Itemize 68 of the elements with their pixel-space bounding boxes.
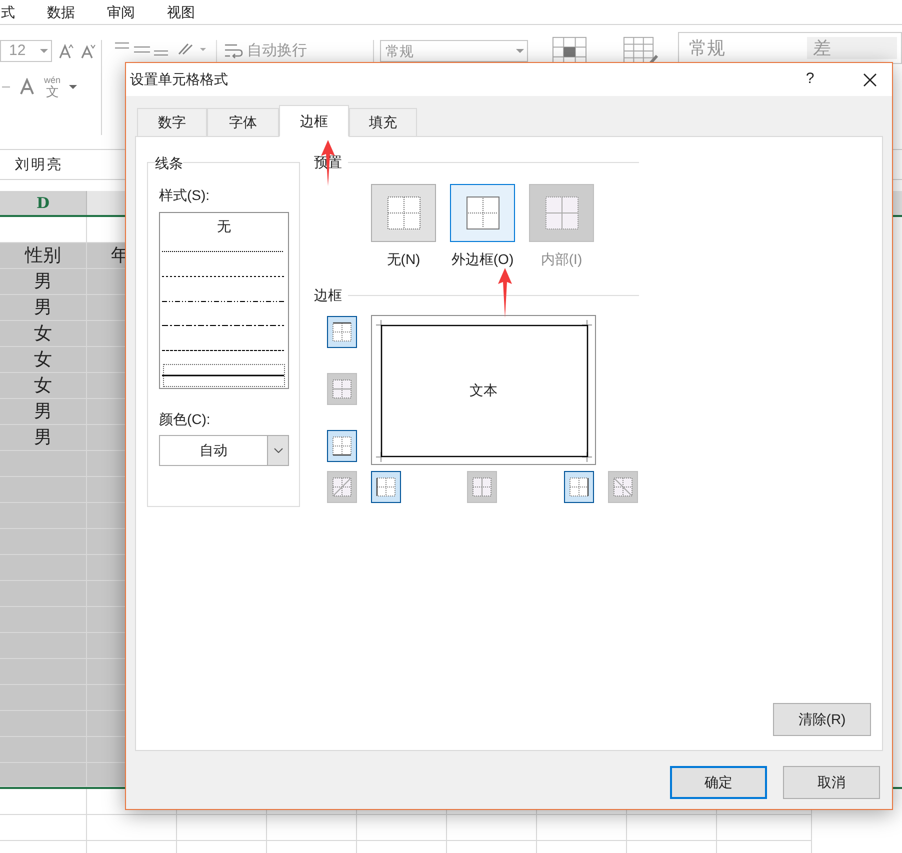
caret-icon bbox=[68, 84, 77, 90]
field-label: 样式(S): bbox=[159, 186, 211, 205]
phonetic-button[interactable]: wén 文 bbox=[44, 76, 61, 98]
caret-icon bbox=[40, 48, 48, 54]
field-label: 颜色(C): bbox=[159, 410, 212, 429]
color-dropdown[interactable]: 自动 bbox=[159, 435, 289, 466]
table-cell: 男 bbox=[0, 425, 87, 451]
border-toggle-button[interactable] bbox=[327, 373, 357, 405]
preview-text: 文本 bbox=[470, 380, 498, 400]
border-toggle-button[interactable] bbox=[327, 471, 357, 503]
dash-icon bbox=[2, 86, 10, 88]
ok-button[interactable]: 确定 bbox=[670, 766, 767, 799]
button-label: 内部(I) bbox=[540, 250, 584, 269]
preset-button[interactable] bbox=[450, 184, 515, 242]
list-item[interactable] bbox=[162, 363, 286, 388]
cancel-button[interactable]: 取消 bbox=[783, 766, 880, 799]
tab[interactable]: 字体 bbox=[207, 108, 279, 136]
column-header[interactable]: D bbox=[0, 191, 87, 215]
table-cell: 女 bbox=[0, 321, 87, 347]
align-icon bbox=[112, 40, 168, 58]
border-grid-icon bbox=[386, 196, 420, 230]
border-line-icon bbox=[332, 436, 352, 456]
border-toggle-button[interactable] bbox=[327, 316, 357, 348]
border-toggle-button[interactable] bbox=[564, 471, 594, 503]
border-grid-icon bbox=[544, 196, 578, 230]
caret-icon bbox=[516, 48, 524, 54]
border-line-icon bbox=[613, 477, 633, 497]
grow-font-icon bbox=[58, 43, 74, 59]
table-cell: 男 bbox=[0, 269, 87, 295]
font-color-icon bbox=[18, 78, 36, 96]
border-line-icon bbox=[569, 477, 589, 497]
border-line-icon bbox=[332, 322, 352, 342]
window-title: 设置单元格格式 bbox=[130, 70, 229, 89]
border-toggle-button[interactable] bbox=[371, 471, 401, 503]
border-line-icon bbox=[332, 477, 352, 497]
section-title: 预置 bbox=[314, 153, 342, 172]
tab[interactable]: 边框 bbox=[279, 105, 349, 137]
close-icon bbox=[863, 72, 877, 86]
border-line-icon bbox=[332, 379, 352, 399]
clear-button[interactable]: 清除(R) bbox=[773, 703, 871, 736]
line-style-list[interactable]: 无 bbox=[159, 212, 289, 389]
tab[interactable]: 填充 bbox=[349, 108, 417, 136]
menu-item[interactable]: 数据 bbox=[46, 2, 76, 22]
border-grid-icon bbox=[466, 196, 500, 230]
preset-button[interactable] bbox=[371, 184, 436, 242]
help-button[interactable]: ? bbox=[790, 68, 830, 91]
border-toggle-button[interactable] bbox=[467, 471, 497, 503]
table-cell: 女 bbox=[0, 347, 87, 373]
chevron-down-icon bbox=[274, 448, 282, 453]
formula-bar-text: 刘明亮 bbox=[15, 156, 63, 175]
button-label: 外边框(O) bbox=[450, 250, 515, 269]
border-line-icon bbox=[472, 477, 492, 497]
border-toggle-button[interactable] bbox=[327, 430, 357, 462]
table-cell: 男 bbox=[0, 399, 87, 425]
border-line-icon bbox=[376, 477, 396, 497]
table-cell: 性别 bbox=[0, 243, 87, 269]
menu-item[interactable]: 视图 bbox=[166, 2, 196, 22]
shrink-font-icon bbox=[80, 43, 96, 59]
border-toggle-button[interactable] bbox=[608, 471, 638, 503]
menu-item[interactable]: 审阅 bbox=[106, 2, 136, 22]
wrap-text-icon bbox=[223, 42, 244, 60]
list-item[interactable]: 无 bbox=[162, 213, 286, 239]
table-cell: 女 bbox=[0, 373, 87, 399]
tab[interactable]: 数字 bbox=[137, 108, 207, 136]
section-title: 边框 bbox=[314, 286, 342, 305]
button-label: 无(N) bbox=[386, 250, 422, 269]
menu-item[interactable]: 式 bbox=[0, 2, 16, 22]
table-cell: 男 bbox=[0, 295, 87, 321]
